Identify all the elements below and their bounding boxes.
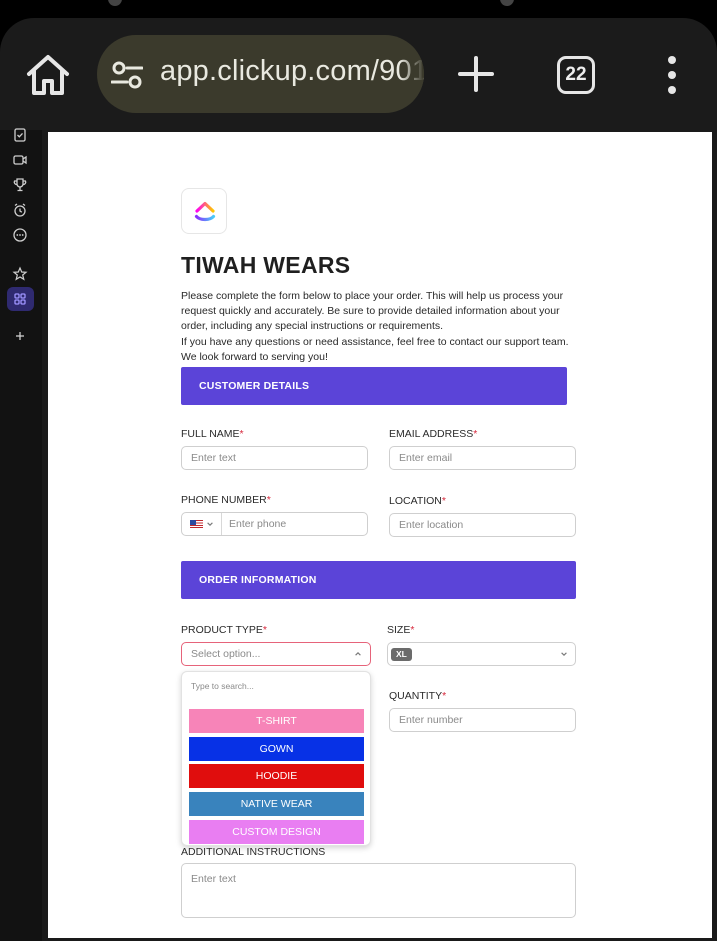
tab-switcher-button[interactable]: 22 bbox=[557, 56, 595, 94]
status-icon bbox=[500, 0, 514, 6]
product-type-placeholder: Select option... bbox=[191, 648, 261, 660]
product-type-dropdown: Type to search... T-SHIRT GOWN HOODIE NA… bbox=[181, 671, 371, 846]
option-gown[interactable]: GOWN bbox=[189, 737, 364, 761]
url-text: app.clickup.com/901 bbox=[160, 55, 424, 87]
location-input[interactable]: Enter location bbox=[389, 513, 576, 537]
us-flag-icon bbox=[190, 520, 203, 528]
home-icon[interactable] bbox=[24, 52, 72, 98]
more-apps-icon[interactable] bbox=[12, 227, 28, 243]
browser-toolbar: app.clickup.com/901 22 bbox=[0, 18, 717, 130]
form-title: TIWAH WEARS bbox=[181, 252, 351, 278]
trophy-icon[interactable] bbox=[12, 177, 28, 193]
status-icon bbox=[108, 0, 122, 6]
additional-instructions-textarea[interactable]: Enter text bbox=[181, 863, 576, 918]
site-settings-icon[interactable] bbox=[111, 61, 143, 89]
product-type-label: PRODUCT TYPE* bbox=[181, 624, 267, 636]
dropdown-search-input[interactable]: Type to search... bbox=[191, 681, 254, 691]
phone-placeholder: Enter phone bbox=[229, 518, 287, 530]
additional-instructions-label: ADDITIONAL INSTRUCTIONS bbox=[181, 846, 326, 858]
clickup-logo-icon bbox=[194, 201, 216, 222]
full-name-input[interactable]: Enter text bbox=[181, 446, 368, 470]
app-sidebar bbox=[0, 127, 42, 941]
phone-input[interactable]: Enter phone bbox=[181, 512, 368, 536]
option-custom-design[interactable]: CUSTOM DESIGN bbox=[189, 820, 364, 844]
full-name-label: FULL NAME* bbox=[181, 428, 244, 440]
tasks-icon[interactable] bbox=[12, 127, 28, 143]
quantity-input[interactable]: Enter number bbox=[389, 708, 576, 732]
favorites-icon[interactable] bbox=[12, 266, 28, 282]
chevron-down-icon bbox=[561, 652, 567, 656]
add-icon[interactable] bbox=[12, 328, 28, 344]
size-select[interactable]: XL bbox=[387, 642, 576, 666]
form-description: Please complete the form below to place … bbox=[181, 289, 571, 365]
form-description-paragraph: If you have any questions or need assist… bbox=[181, 335, 569, 363]
form-description-paragraph: Please complete the form below to place … bbox=[181, 290, 564, 333]
email-label: EMAIL ADDRESS* bbox=[389, 428, 478, 440]
option-native-wear[interactable]: NATIVE WEAR bbox=[189, 792, 364, 816]
spaces-grid-icon[interactable] bbox=[12, 291, 28, 307]
video-icon[interactable] bbox=[12, 152, 28, 168]
phone-label: PHONE NUMBER* bbox=[181, 494, 271, 506]
timer-icon[interactable] bbox=[12, 202, 28, 218]
country-code-selector[interactable] bbox=[182, 513, 222, 535]
product-type-select[interactable]: Select option... bbox=[181, 642, 371, 666]
url-fade bbox=[400, 35, 424, 113]
section-header-customer-details: CUSTOMER DETAILS bbox=[181, 367, 567, 405]
quantity-label: QUANTITY* bbox=[389, 690, 447, 702]
chevron-up-icon bbox=[355, 652, 361, 656]
chevron-down-icon bbox=[207, 522, 213, 526]
more-options-icon[interactable] bbox=[665, 56, 679, 94]
email-input[interactable]: Enter email bbox=[389, 446, 576, 470]
option-t-shirt[interactable]: T-SHIRT bbox=[189, 709, 364, 733]
new-tab-icon[interactable] bbox=[456, 54, 496, 94]
status-bar bbox=[0, 0, 717, 18]
section-header-order-information: ORDER INFORMATION bbox=[181, 561, 576, 599]
form-panel bbox=[48, 132, 712, 938]
size-value-badge: XL bbox=[391, 648, 412, 661]
location-label: LOCATION* bbox=[389, 495, 446, 507]
size-label: SIZE* bbox=[387, 624, 415, 636]
option-hoodie[interactable]: HOODIE bbox=[189, 764, 364, 788]
clickup-logo bbox=[181, 188, 227, 234]
address-bar[interactable]: app.clickup.com/901 bbox=[97, 35, 424, 113]
